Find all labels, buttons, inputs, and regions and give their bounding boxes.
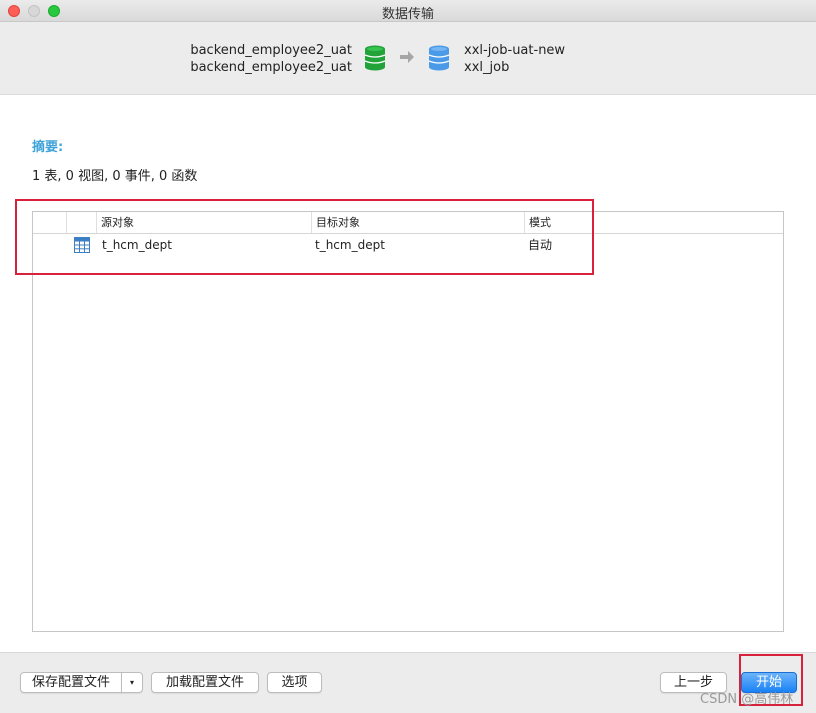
- source-database: backend_employee2_uat: [190, 60, 352, 75]
- table-row[interactable]: t_hcm_dept t_hcm_dept 自动: [33, 234, 783, 256]
- target-connection: xxl-job-uat-new: [464, 43, 566, 58]
- save-config-dropdown-button[interactable]: ▾: [121, 672, 143, 693]
- watermark: CSDN @高伟林: [700, 692, 794, 707]
- source-info: backend_employee2_uat backend_employee2_…: [190, 42, 352, 76]
- summary-label: 摘要:: [32, 140, 64, 155]
- title-bar: 数据传输: [0, 0, 816, 22]
- database-icon: [428, 45, 450, 71]
- table-icon: [74, 237, 90, 253]
- summary-text: 1 表, 0 视图, 0 事件, 0 函数: [32, 169, 198, 184]
- column-header-source[interactable]: 源对象: [96, 212, 311, 233]
- save-config-button[interactable]: 保存配置文件: [20, 672, 122, 693]
- table-header: 源对象 目标对象 模式: [33, 212, 783, 234]
- footer-bar: 保存配置文件 ▾ 加载配置文件 选项 上一步 开始: [0, 652, 816, 713]
- load-config-button[interactable]: 加载配置文件: [151, 672, 259, 693]
- column-header-target[interactable]: 目标对象: [311, 212, 524, 233]
- arrow-right-icon: [400, 51, 414, 63]
- column-header-mode[interactable]: 模式: [524, 212, 783, 233]
- target-database: xxl_job: [464, 60, 510, 75]
- window-title: 数据传输: [381, 7, 434, 22]
- objects-table[interactable]: 源对象 目标对象 模式 t_hcm_dept t_hcm_dept 自动: [32, 211, 784, 632]
- row-source-object: t_hcm_dept: [102, 238, 172, 252]
- database-icon: [364, 45, 386, 71]
- column-header-icon[interactable]: [66, 212, 96, 233]
- column-header-checkbox[interactable]: [33, 212, 66, 233]
- row-target-object: t_hcm_dept: [315, 238, 385, 252]
- source-connection: backend_employee2_uat: [190, 43, 352, 58]
- target-info: xxl-job-uat-new xxl_job: [464, 42, 565, 76]
- options-button[interactable]: 选项: [267, 672, 322, 693]
- transfer-header: backend_employee2_uat backend_employee2_…: [0, 23, 816, 95]
- row-mode: 自动: [528, 238, 553, 252]
- main-content: 摘要: 1 表, 0 视图, 0 事件, 0 函数 源对象 目标对象 模式 t_…: [0, 95, 816, 652]
